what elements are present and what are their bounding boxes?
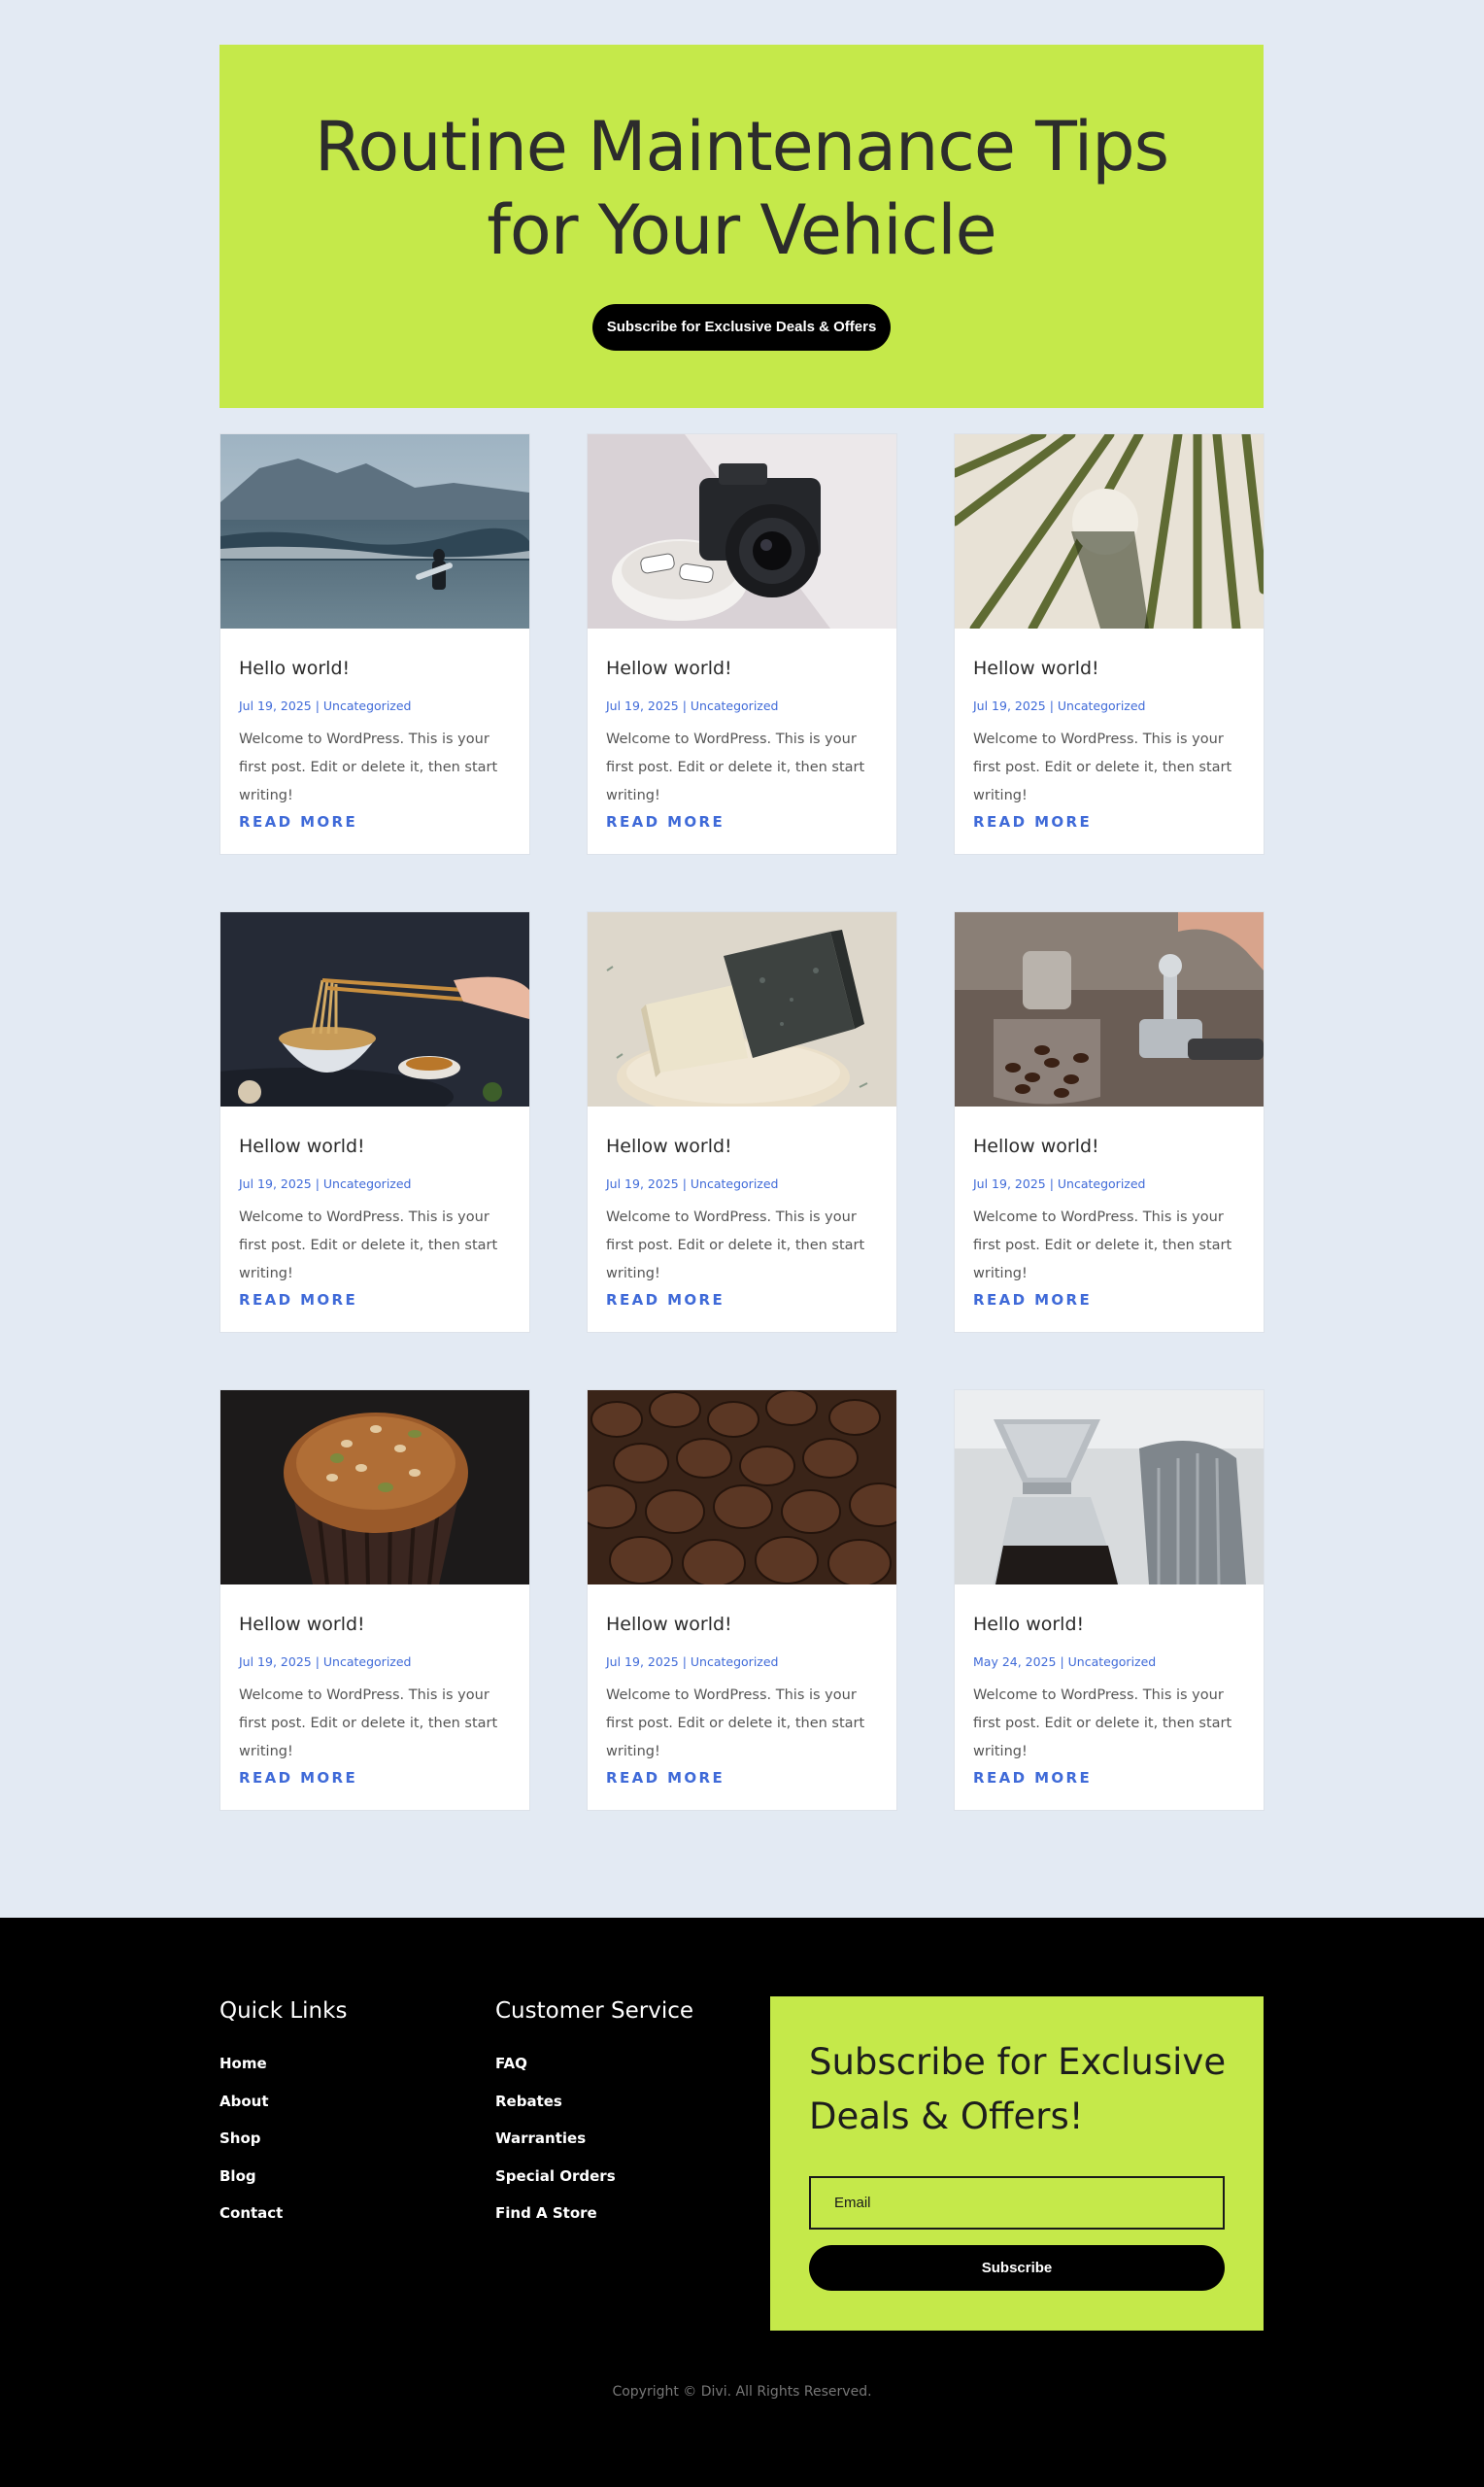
- post-date: Jul 19, 2025: [973, 1176, 1046, 1191]
- post-meta: Jul 19, 2025 | Uncategorized: [606, 1176, 779, 1191]
- post-category-link[interactable]: Uncategorized: [323, 1176, 412, 1191]
- post-card: Hellow world! Jul 19, 2025 | Uncategoriz…: [954, 433, 1265, 855]
- read-more-link[interactable]: READ MORE: [239, 813, 357, 831]
- post-card: Hellow world! Jul 19, 2025 | Uncategoriz…: [954, 911, 1265, 1333]
- post-category-link[interactable]: Uncategorized: [1058, 698, 1146, 713]
- post-excerpt: Welcome to WordPress. This is your first…: [973, 732, 1232, 803]
- post-date: Jul 19, 2025: [606, 698, 679, 713]
- post-date: Jul 19, 2025: [973, 698, 1046, 713]
- post-title[interactable]: Hellow world!: [239, 1136, 365, 1157]
- post-date: Jul 19, 2025: [239, 1654, 312, 1669]
- post-meta: Jul 19, 2025 | Uncategorized: [239, 1176, 412, 1191]
- footer-link-shop[interactable]: Shop: [219, 2127, 283, 2164]
- footer-link-contact[interactable]: Contact: [219, 2201, 283, 2239]
- post-excerpt: Welcome to WordPress. This is your first…: [973, 1687, 1232, 1759]
- post-title[interactable]: Hellow world!: [606, 1136, 732, 1157]
- quick-links-list: Home About Shop Blog Contact: [219, 2052, 283, 2239]
- read-more-link[interactable]: READ MORE: [606, 1291, 725, 1309]
- post-image-camera[interactable]: [588, 434, 896, 629]
- post-excerpt: Welcome to WordPress. This is your first…: [973, 1209, 1232, 1281]
- post-card: Hellow world! Jul 19, 2025 | Uncategoriz…: [219, 911, 530, 1333]
- post-excerpt: Welcome to WordPress. This is your first…: [239, 732, 498, 803]
- post-meta: Jul 19, 2025 | Uncategorized: [606, 1654, 779, 1669]
- post-meta: May 24, 2025 | Uncategorized: [973, 1654, 1157, 1669]
- post-card: Hello world! Jul 19, 2025 | Uncategorize…: [219, 433, 530, 855]
- post-image-pour-over[interactable]: [955, 1390, 1264, 1584]
- footer-link-find-a-store[interactable]: Find A Store: [495, 2201, 616, 2239]
- post-excerpt: Welcome to WordPress. This is your first…: [606, 732, 865, 803]
- newsletter-signup-box: Subscribe for Exclusive Deals & Offers! …: [770, 1996, 1264, 2331]
- copyright-text: Copyright © Divi. All Rights Reserved.: [612, 2384, 872, 2400]
- read-more-link[interactable]: READ MORE: [973, 1291, 1092, 1309]
- hero-banner: Routine Maintenance Tips for Your Vehicl…: [219, 45, 1264, 408]
- post-card: Hellow world! Jul 19, 2025 | Uncategoriz…: [219, 1389, 530, 1811]
- post-date: May 24, 2025: [973, 1654, 1057, 1669]
- post-image-surfer[interactable]: [220, 434, 529, 629]
- hero-subscribe-button[interactable]: Subscribe for Exclusive Deals & Offers: [592, 304, 891, 351]
- post-image-palm-leaf[interactable]: [955, 434, 1264, 629]
- email-field[interactable]: [809, 2176, 1225, 2230]
- post-category-link[interactable]: Uncategorized: [1068, 1654, 1157, 1669]
- read-more-link[interactable]: READ MORE: [239, 1769, 357, 1787]
- post-title[interactable]: Hellow world!: [606, 1614, 732, 1635]
- post-meta: Jul 19, 2025 | Uncategorized: [973, 698, 1146, 713]
- read-more-link[interactable]: READ MORE: [606, 1769, 725, 1787]
- footer-link-warranties[interactable]: Warranties: [495, 2127, 616, 2164]
- newsletter-title: Subscribe for Exclusive Deals & Offers!: [809, 2041, 1227, 2137]
- read-more-link[interactable]: READ MORE: [973, 1769, 1092, 1787]
- post-image-muffin[interactable]: [220, 1390, 529, 1584]
- post-image-coffee-beans[interactable]: [588, 1390, 896, 1584]
- post-title[interactable]: Hello world!: [973, 1614, 1084, 1635]
- post-category-link[interactable]: Uncategorized: [691, 1654, 779, 1669]
- post-title[interactable]: Hellow world!: [239, 1614, 365, 1635]
- post-title[interactable]: Hello world!: [239, 658, 350, 679]
- post-image-soap[interactable]: [588, 912, 896, 1107]
- post-meta: Jul 19, 2025 | Uncategorized: [239, 698, 412, 713]
- post-card: Hellow world! Jul 19, 2025 | Uncategoriz…: [587, 433, 897, 855]
- post-excerpt: Welcome to WordPress. This is your first…: [606, 1687, 865, 1759]
- site-footer: Quick Links Home About Shop Blog Contact…: [0, 1918, 1484, 2487]
- post-category-link[interactable]: Uncategorized: [691, 698, 779, 713]
- post-date: Jul 19, 2025: [606, 1176, 679, 1191]
- post-date: Jul 19, 2025: [239, 698, 312, 713]
- post-card: Hello world! May 24, 2025 | Uncategorize…: [954, 1389, 1265, 1811]
- post-title[interactable]: Hellow world!: [973, 1136, 1099, 1157]
- post-card: Hellow world! Jul 19, 2025 | Uncategoriz…: [587, 911, 897, 1333]
- footer-link-home[interactable]: Home: [219, 2052, 283, 2090]
- customer-service-list: FAQ Rebates Warranties Special Orders Fi…: [495, 2052, 616, 2239]
- subscribe-button[interactable]: Subscribe: [809, 2245, 1225, 2291]
- customer-service-heading: Customer Service: [495, 1998, 694, 2024]
- post-excerpt: Welcome to WordPress. This is your first…: [239, 1209, 498, 1281]
- footer-link-about[interactable]: About: [219, 2090, 283, 2128]
- footer-link-special-orders[interactable]: Special Orders: [495, 2164, 616, 2202]
- hero-title: Routine Maintenance Tips for Your Vehicl…: [314, 107, 1169, 270]
- post-category-link[interactable]: Uncategorized: [323, 698, 412, 713]
- read-more-link[interactable]: READ MORE: [239, 1291, 357, 1309]
- footer-link-rebates[interactable]: Rebates: [495, 2090, 616, 2128]
- post-date: Jul 19, 2025: [606, 1654, 679, 1669]
- post-image-noodles[interactable]: [220, 912, 529, 1107]
- post-meta: Jul 19, 2025 | Uncategorized: [606, 698, 779, 713]
- post-excerpt: Welcome to WordPress. This is your first…: [239, 1687, 498, 1759]
- post-card: Hellow world! Jul 19, 2025 | Uncategoriz…: [587, 1389, 897, 1811]
- read-more-link[interactable]: READ MORE: [606, 813, 725, 831]
- post-meta: Jul 19, 2025 | Uncategorized: [239, 1654, 412, 1669]
- quick-links-heading: Quick Links: [219, 1998, 348, 2024]
- post-meta: Jul 19, 2025 | Uncategorized: [973, 1176, 1146, 1191]
- post-excerpt: Welcome to WordPress. This is your first…: [606, 1209, 865, 1281]
- post-title[interactable]: Hellow world!: [606, 658, 732, 679]
- post-category-link[interactable]: Uncategorized: [323, 1654, 412, 1669]
- post-date: Jul 19, 2025: [239, 1176, 312, 1191]
- post-title[interactable]: Hellow world!: [973, 658, 1099, 679]
- read-more-link[interactable]: READ MORE: [973, 813, 1092, 831]
- footer-link-faq[interactable]: FAQ: [495, 2052, 616, 2090]
- footer-link-blog[interactable]: Blog: [219, 2164, 283, 2202]
- post-category-link[interactable]: Uncategorized: [1058, 1176, 1146, 1191]
- post-category-link[interactable]: Uncategorized: [691, 1176, 779, 1191]
- post-image-espresso[interactable]: [955, 912, 1264, 1107]
